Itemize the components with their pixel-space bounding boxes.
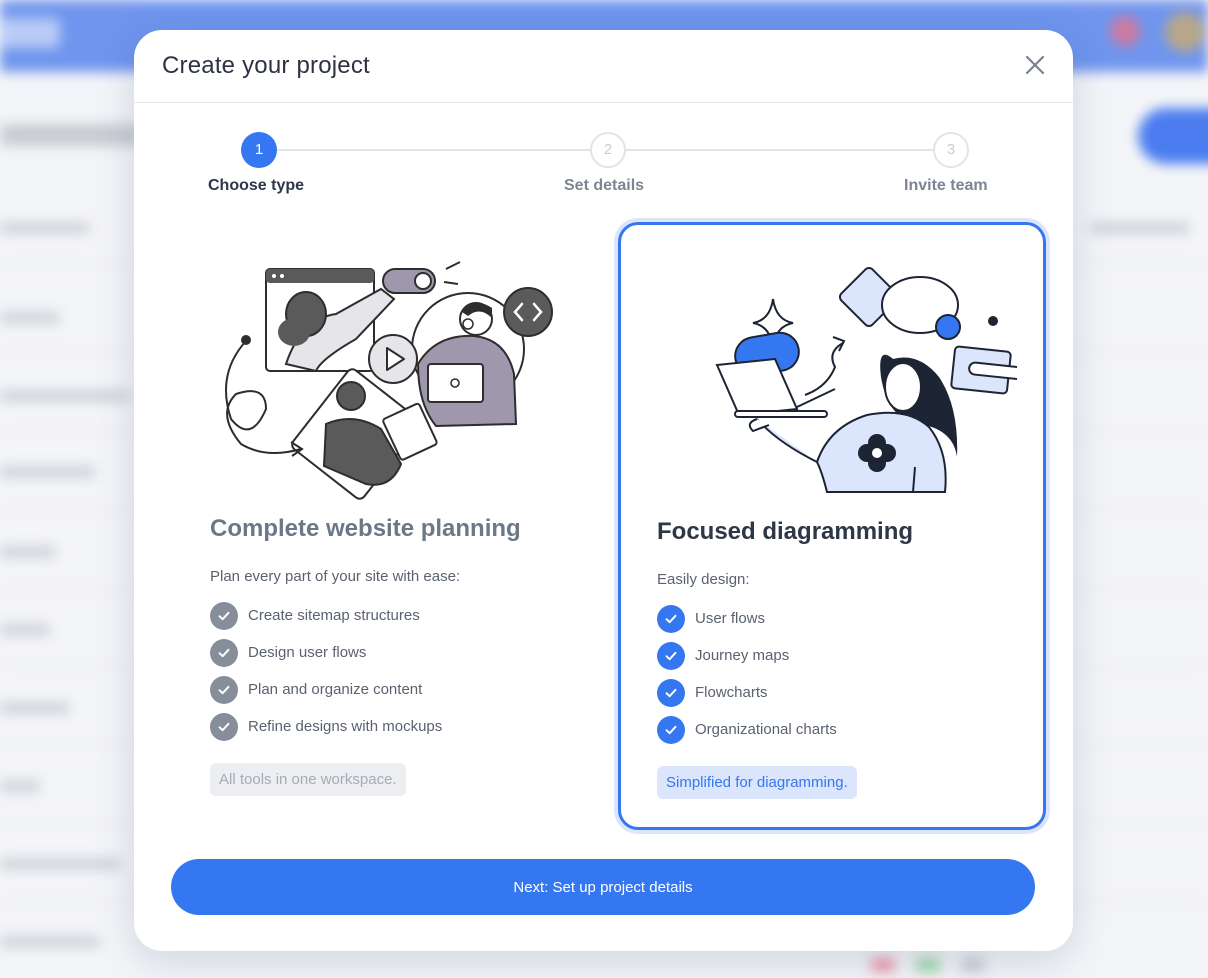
background-avatar — [1165, 12, 1205, 52]
background-cell — [0, 936, 100, 948]
background-title — [0, 124, 140, 146]
check-icon — [210, 638, 238, 667]
background-cell — [0, 390, 130, 402]
diagramming-illustration — [715, 266, 1017, 493]
feature-list: Create sitemap structures Design user fl… — [210, 597, 442, 745]
close-button[interactable] — [1022, 52, 1048, 78]
background-cell — [0, 858, 120, 870]
background-logo — [0, 18, 60, 48]
header-divider — [134, 102, 1073, 103]
next-button[interactable]: Next: Set up project details — [171, 859, 1035, 915]
modal-title: Create your project — [162, 52, 370, 79]
background-cell — [0, 546, 55, 558]
check-icon — [210, 675, 238, 704]
list-item: Design user flows — [210, 634, 442, 671]
step-3-indicator: 3 — [933, 132, 969, 168]
list-item: Flowcharts — [657, 674, 837, 711]
check-icon — [657, 604, 685, 633]
step-connector — [276, 149, 590, 151]
feature-label: Design user flows — [248, 644, 367, 661]
step-2-label: Set details — [564, 177, 645, 194]
feature-label: Flowcharts — [695, 684, 768, 701]
card-title: Complete website planning — [210, 515, 521, 542]
background-cell — [0, 312, 60, 324]
card-tag: Simplified for diagramming. — [657, 766, 857, 799]
check-icon — [210, 601, 238, 630]
feature-label: Refine designs with mockups — [248, 718, 443, 735]
list-item: Organizational charts — [657, 711, 837, 748]
close-icon — [1025, 55, 1045, 75]
check-icon — [657, 678, 685, 707]
background-button — [1138, 108, 1208, 164]
diagramming-card[interactable]: Focused diagramming Easily design: User … — [618, 222, 1046, 830]
list-item: User flows — [657, 600, 837, 637]
list-item: Refine designs with mockups — [210, 708, 442, 745]
website-planning-card[interactable]: Complete website planning Plan every par… — [170, 222, 598, 830]
website-planning-illustration — [225, 261, 553, 500]
feature-label: Journey maps — [695, 647, 790, 664]
list-item: Plan and organize content — [210, 671, 442, 708]
step-1-indicator: 1 — [241, 132, 277, 168]
background-cell — [0, 780, 40, 792]
background-notification-icon — [1110, 16, 1140, 46]
step-2-indicator: 2 — [590, 132, 626, 168]
create-project-modal: Create your project 1 2 3 Choose type Se… — [134, 30, 1073, 951]
background-cell — [0, 222, 90, 234]
background-cell — [0, 624, 50, 636]
background-dot — [870, 958, 896, 972]
step-connector — [624, 149, 934, 151]
list-item: Create sitemap structures — [210, 597, 442, 634]
card-tag: All tools in one workspace. — [210, 763, 406, 796]
list-item: Journey maps — [657, 637, 837, 674]
background-dot — [915, 958, 941, 972]
check-icon — [657, 641, 685, 670]
background-cell — [1090, 222, 1190, 234]
card-title: Focused diagramming — [657, 518, 914, 545]
feature-label: Plan and organize content — [248, 681, 423, 698]
background-cell — [0, 702, 70, 714]
feature-label: Create sitemap structures — [248, 607, 420, 624]
check-icon — [657, 715, 685, 744]
feature-list: User flows Journey maps Flowcharts Organ… — [657, 600, 837, 748]
card-subtitle: Easily design: — [657, 571, 750, 588]
step-3-label: Invite team — [904, 177, 988, 194]
feature-label: Organizational charts — [695, 721, 837, 738]
step-1-label: Choose type — [208, 177, 305, 194]
background-cell — [0, 466, 95, 478]
feature-label: User flows — [695, 610, 766, 627]
check-icon — [210, 712, 238, 741]
background-dot — [960, 958, 986, 972]
card-subtitle: Plan every part of your site with ease: — [210, 568, 461, 585]
